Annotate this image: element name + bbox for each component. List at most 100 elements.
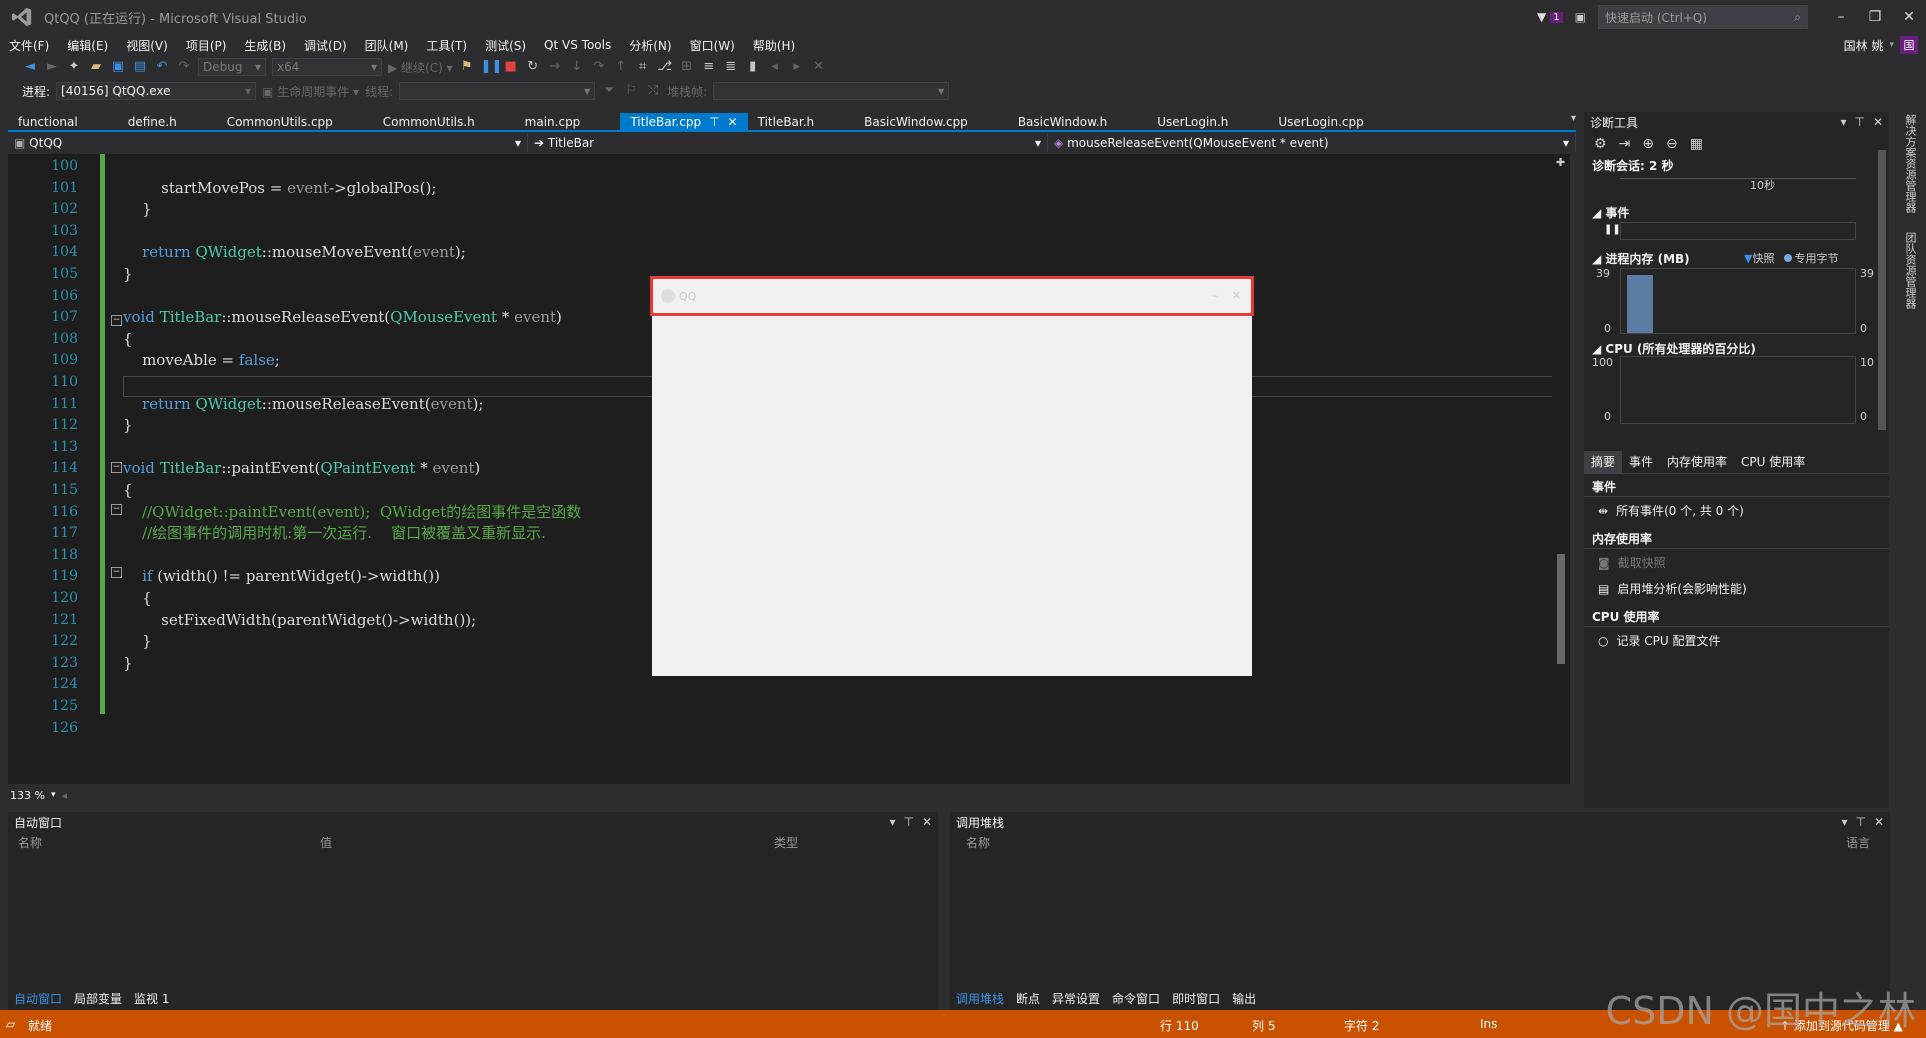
autos-scrollbar[interactable] [924, 834, 938, 984]
chevron-down-icon[interactable]: ▾ [51, 790, 56, 800]
thread-select[interactable]: ▾ [399, 82, 596, 100]
column-type[interactable]: 类型 [774, 834, 798, 851]
column-name[interactable]: 名称 [966, 834, 990, 851]
tab-breakpoints[interactable]: 断点 [1010, 988, 1046, 1008]
tab-userlogin-cpp[interactable]: UserLogin.cpp [1238, 113, 1373, 130]
all-events-link[interactable]: ⇹ 所有事件(0 个, 共 0 个) [1598, 502, 1744, 519]
qq-minimize-button[interactable]: – [1212, 289, 1218, 302]
menu-file[interactable]: 文件(F) [0, 37, 58, 54]
redo-icon[interactable]: ↷ [176, 59, 192, 75]
tab-commonutils-h[interactable]: CommonUtils.h [343, 113, 485, 130]
step-out-icon[interactable]: ↑ [613, 59, 629, 75]
bookmark-icon[interactable]: ▮ [745, 59, 761, 75]
minimize-button[interactable]: – [1824, 0, 1858, 34]
tab-titlebar-cpp[interactable]: TitleBar.cpp ⊤ ✕ [620, 113, 748, 130]
tab-memory-usage[interactable]: 内存使用率 [1660, 451, 1734, 473]
zoom-level[interactable]: 133 % [10, 789, 45, 802]
project-select[interactable]: ▣ QtQQ ▾ [8, 134, 528, 152]
close-icon[interactable]: ✕ [1873, 115, 1883, 129]
menu-qt-vs-tools[interactable]: Qt VS Tools [535, 38, 620, 52]
fold-toggle-icon[interactable]: − [111, 567, 122, 578]
flag-icon[interactable]: ⚐ [623, 83, 639, 99]
tab-titlebar-h[interactable]: TitleBar.h [748, 113, 825, 130]
expand-icon[interactable]: ⤭ [645, 83, 661, 99]
fold-toggle-icon[interactable]: − [111, 462, 122, 473]
tab-call-stack[interactable]: 调用堆栈 [950, 988, 1010, 1008]
reset-zoom-icon[interactable]: ▦ [1690, 136, 1703, 152]
tab-list-dropdown-icon[interactable]: ▾ [1571, 113, 1576, 124]
tab-commonutils-cpp[interactable]: CommonUtils.cpp [187, 113, 343, 130]
process-select[interactable]: [40156] QtQQ.exe ▾ [56, 82, 257, 100]
pin-icon[interactable]: ⊤ [709, 115, 719, 129]
stop-icon[interactable]: ■ [503, 59, 519, 75]
user-name[interactable]: 国林 姚 [1844, 37, 1884, 54]
tab-immediate-window[interactable]: 即时窗口 [1166, 988, 1226, 1008]
menu-project[interactable]: 项目(P) [177, 37, 236, 54]
next-bookmark-icon[interactable]: ▸ [789, 59, 805, 75]
menu-tools[interactable]: 工具(T) [417, 37, 476, 54]
column-name[interactable]: 名称 [18, 834, 42, 851]
chevron-down-icon[interactable]: ▾ [1840, 115, 1846, 129]
tab-userlogin-h[interactable]: UserLogin.h [1117, 113, 1238, 130]
avatar[interactable]: 国 [1900, 36, 1918, 54]
quick-launch-input[interactable]: 快速启动 (Ctrl+Q) ⌕ [1598, 5, 1808, 29]
notifications-button[interactable]: ▼ 1 [1537, 10, 1563, 24]
diag-vertical-scrollbar[interactable] [1875, 136, 1889, 456]
events-section-title[interactable]: ◢ 事件 [1592, 204, 1629, 221]
tab-main-cpp[interactable]: main.cpp [485, 113, 591, 130]
pin-icon[interactable]: ⊤ [1855, 815, 1865, 829]
team-explorer-tab[interactable]: 团队资源管理器 [1902, 232, 1918, 309]
lifecycle-events-button[interactable]: ▣ 生命周期事件 ▾ [262, 83, 359, 100]
tab-events[interactable]: 事件 [1622, 451, 1660, 473]
column-value[interactable]: 值 [320, 834, 332, 851]
close-tab-icon[interactable]: ✕ [728, 115, 738, 129]
pause-icon[interactable]: ❚❚ [481, 59, 503, 75]
undo-icon[interactable]: ↶ [154, 59, 170, 75]
settings-icon[interactable]: ⚙ [1594, 136, 1607, 152]
split-icon[interactable]: ✚ [1556, 156, 1565, 169]
filter-icon[interactable]: ⏷ [601, 83, 617, 99]
scope-select[interactable]: ➔ TitleBar ▾ [528, 134, 1048, 152]
menu-debug[interactable]: 调试(D) [295, 37, 356, 54]
tab-functional[interactable]: functional [8, 113, 88, 130]
new-project-icon[interactable]: ✦ [66, 59, 82, 75]
tab-autos[interactable]: 自动窗口 [8, 988, 68, 1008]
restart-icon[interactable]: ↻ [525, 59, 541, 75]
call-stack-scrollbar[interactable] [1876, 834, 1890, 984]
qq-app-window[interactable]: QQ – ✕ [650, 276, 1254, 676]
step-over-icon[interactable]: ↷ [591, 59, 607, 75]
tab-command-window[interactable]: 命令窗口 [1106, 988, 1166, 1008]
timeline-ruler[interactable]: 10秒 [1620, 178, 1856, 198]
pin-icon[interactable]: ⊤ [1854, 115, 1864, 129]
pin-icon[interactable]: ⊤ [903, 815, 913, 829]
feedback-icon[interactable]: ▣ [1575, 10, 1586, 24]
tab-locals[interactable]: 局部变量 [68, 988, 128, 1008]
menu-team[interactable]: 团队(M) [356, 37, 418, 54]
pause-events-icon[interactable]: ❚❚ [1604, 224, 1621, 235]
menu-view[interactable]: 视图(V) [117, 37, 177, 54]
select-tools-icon[interactable]: ⇥ [1619, 136, 1631, 152]
show-next-statement-icon[interactable]: → [547, 59, 563, 75]
chevron-down-icon[interactable]: ▾ [1841, 815, 1847, 829]
save-icon[interactable]: ▣ [110, 59, 126, 75]
threads-icon[interactable]: ⊞ [679, 59, 695, 75]
platform-select[interactable]: x64 ▾ [272, 58, 382, 76]
stack-frame-select[interactable]: ▾ [713, 82, 950, 100]
menu-test[interactable]: 测试(S) [476, 37, 535, 54]
menu-build[interactable]: 生成(B) [235, 37, 295, 54]
scroll-left-icon[interactable]: ◂ [61, 789, 67, 802]
qq-title-bar[interactable]: QQ – ✕ [650, 276, 1254, 316]
thread-icon[interactable]: ⎇ [657, 59, 673, 75]
heap-analysis-button[interactable]: ▤ 启用堆分析(会影响性能) [1598, 580, 1747, 597]
tab-basicwindow-h[interactable]: BasicWindow.h [978, 113, 1117, 130]
tab-exception-settings[interactable]: 异常设置 [1046, 988, 1106, 1008]
qq-close-button[interactable]: ✕ [1232, 289, 1241, 302]
chevron-down-icon[interactable]: ▾ [889, 815, 895, 829]
scrollbar-thumb[interactable] [1878, 150, 1886, 430]
attach-icon[interactable]: ⚑ [459, 59, 475, 75]
menu-analyze[interactable]: 分析(N) [620, 37, 680, 54]
close-icon[interactable]: ✕ [1874, 815, 1884, 829]
zoom-out-icon[interactable]: ⊖ [1666, 136, 1678, 152]
fold-toggle-icon[interactable]: − [111, 315, 122, 326]
menu-help[interactable]: 帮助(H) [744, 37, 804, 54]
